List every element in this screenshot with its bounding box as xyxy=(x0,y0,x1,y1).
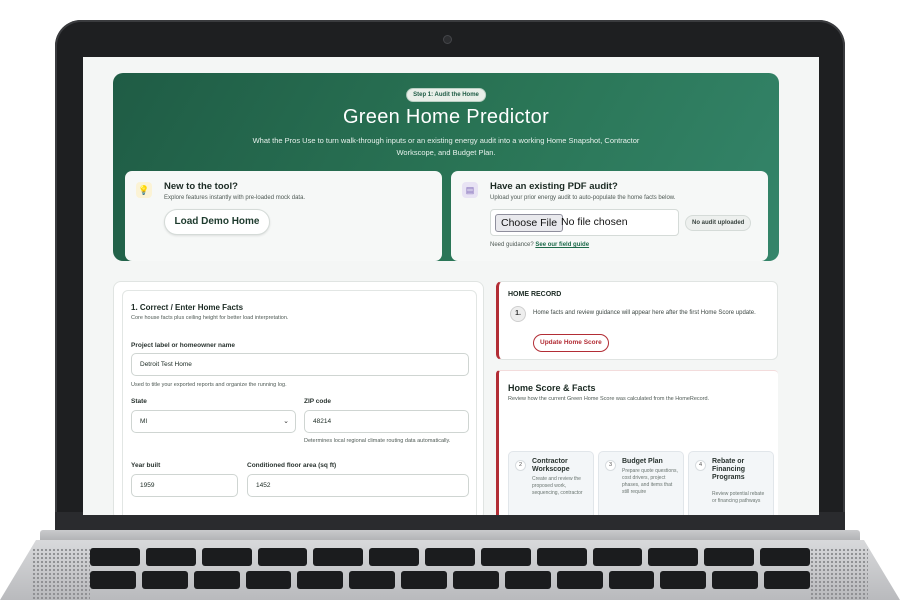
speaker-grille-right xyxy=(810,548,868,600)
home-score-title: Home Score & Facts xyxy=(508,383,596,393)
screen: Step 1: Audit the Home Green Home Predic… xyxy=(83,57,819,515)
state-label: State xyxy=(131,398,147,405)
keyboard xyxy=(89,548,811,600)
home-score-subtitle: Review how the current Green Home Score … xyxy=(508,396,710,402)
new-user-card-text: Explore features instantly with pre-load… xyxy=(164,195,306,201)
field-guide-link[interactable]: See our field guide xyxy=(535,242,589,248)
card-text: Review potential rebate or financing pat… xyxy=(712,491,765,504)
update-home-score-button[interactable]: Update Home Score xyxy=(533,334,609,352)
new-user-card: 💡 New to the tool? Explore features inst… xyxy=(125,171,442,261)
zip-code-input[interactable]: 48214 xyxy=(304,410,469,433)
zip-label: ZIP code xyxy=(304,398,331,405)
pdf-audit-card: ▤ Have an existing PDF audit? Upload you… xyxy=(451,171,768,261)
floor-area-label: Conditioned floor area (sq ft) xyxy=(247,462,337,469)
project-label-label: Project label or homeowner name xyxy=(131,342,236,349)
year-built-input[interactable]: 1959 xyxy=(131,474,238,497)
file-upload-input[interactable]: Choose File No file chosen xyxy=(490,209,679,236)
home-record-panel: HOME RECORD 1. Home facts and review gui… xyxy=(496,281,778,360)
guidance-text: Need guidance? See our field guide xyxy=(490,242,589,248)
home-facts-panel: 1. Correct / Enter Home Facts Core house… xyxy=(113,281,484,515)
audit-status-badge: No audit uploaded xyxy=(685,215,752,231)
budget-plan-card[interactable]: 3 Budget Plan Prepare quote questions, c… xyxy=(598,451,684,515)
speaker-grille-left xyxy=(32,548,90,600)
chevron-down-icon: ⌄ xyxy=(283,418,289,425)
card-title: Rebate or Financing Programs xyxy=(712,458,746,481)
card-title: Contractor Workscope xyxy=(532,458,570,473)
step-number: 2 xyxy=(515,460,526,471)
webcam-icon xyxy=(443,35,452,44)
step-number-badge: 1. xyxy=(510,306,526,322)
new-user-card-title: New to the tool? xyxy=(164,181,238,192)
form-title: 1. Correct / Enter Home Facts xyxy=(131,303,244,312)
page-subtitle: What the Pros Use to turn walk-through i… xyxy=(252,136,640,157)
contractor-workscope-card[interactable]: 2 Contractor Workscope Create and review… xyxy=(508,451,594,515)
zip-help-text: Determines local regional climate routin… xyxy=(304,438,451,444)
card-text: Create and review the proposed work, seq… xyxy=(532,476,583,496)
pdf-card-text: Upload your prior energy audit to auto-p… xyxy=(490,195,676,201)
project-name-input[interactable]: Detroit Test Home xyxy=(131,353,469,376)
card-text: Prepare quote questions, cost drivers, p… xyxy=(622,468,678,495)
page-title: Green Home Predictor xyxy=(342,106,550,128)
home-record-title: HOME RECORD xyxy=(508,291,562,298)
home-facts-form: 1. Correct / Enter Home Facts Core house… xyxy=(122,290,477,515)
home-record-text: Home facts and review guidance will appe… xyxy=(533,310,756,316)
project-help-text: Used to title your exported reports and … xyxy=(131,382,287,388)
state-value: MI xyxy=(140,418,148,425)
file-status-text: No file chosen xyxy=(561,216,628,228)
load-demo-home-button[interactable]: Load Demo Home xyxy=(164,209,270,235)
lightbulb-icon: 💡 xyxy=(136,182,152,198)
year-built-label: Year built xyxy=(131,462,161,469)
guidance-prefix: Need guidance? xyxy=(490,242,534,248)
step-number: 3 xyxy=(605,460,616,471)
step-badge: Step 1: Audit the Home xyxy=(406,88,486,102)
floor-area-input[interactable]: 1452 xyxy=(247,474,469,497)
rebate-financing-card[interactable]: 4 Rebate or Financing Programs Review po… xyxy=(688,451,774,515)
pdf-card-title: Have an existing PDF audit? xyxy=(490,181,618,192)
hero-banner: Step 1: Audit the Home Green Home Predic… xyxy=(113,73,779,261)
state-select[interactable]: MI ⌄ xyxy=(131,410,296,433)
form-subtitle: Core house facts plus ceiling height for… xyxy=(131,315,289,321)
step-number: 4 xyxy=(695,460,706,471)
choose-file-button[interactable]: Choose File xyxy=(495,214,564,232)
pdf-document-icon: ▤ xyxy=(462,182,478,198)
home-score-panel: Home Score & Facts Review how the curren… xyxy=(496,370,778,515)
card-title: Budget Plan xyxy=(622,458,663,465)
